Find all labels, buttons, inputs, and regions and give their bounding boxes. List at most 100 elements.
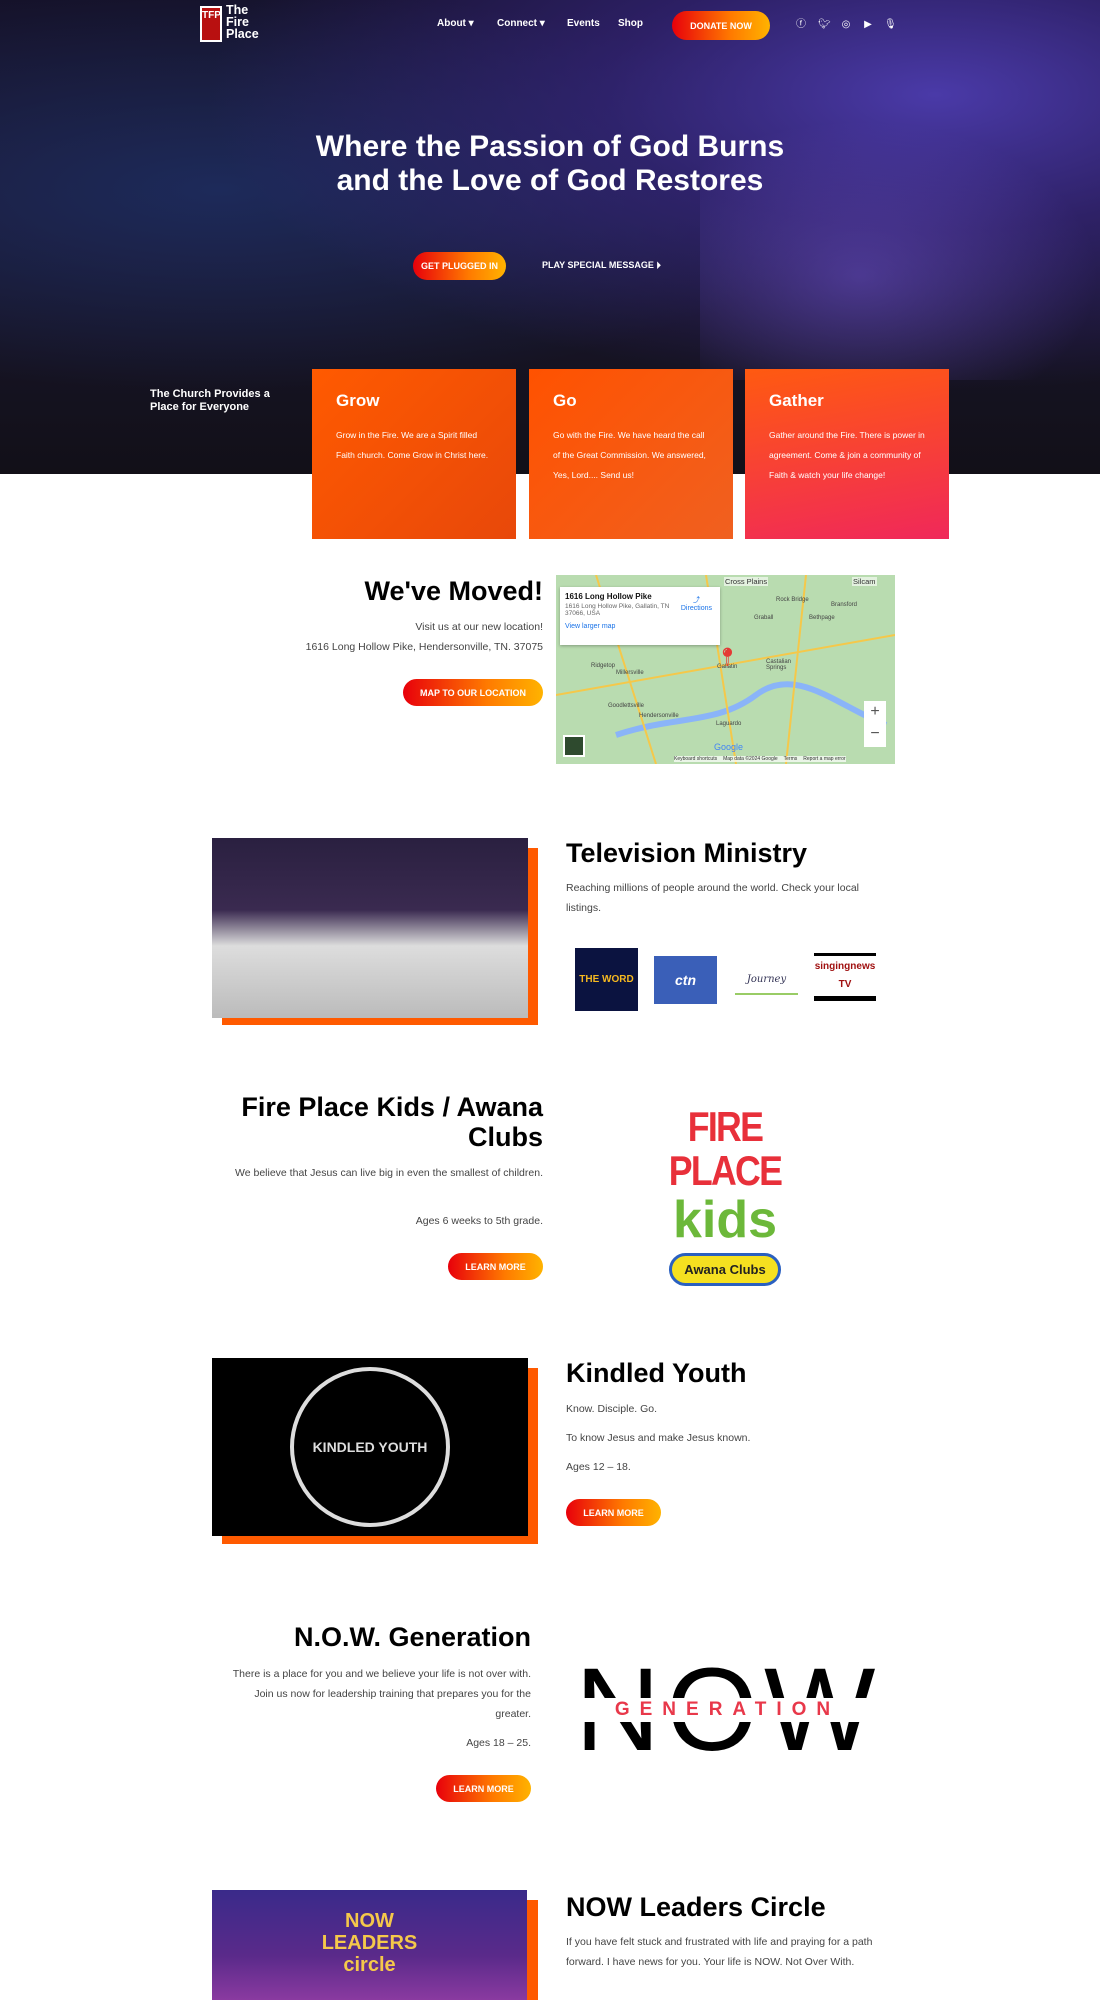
youth-title: Kindled Youth [566, 1358, 747, 1388]
chevron-down-icon: ▾ [539, 18, 545, 29]
map-town: Goodlettsville [608, 703, 645, 709]
leaders-title: NOW Leaders Circle [566, 1892, 826, 1922]
play-message-label: PLAY SPECIAL MESSAGE [542, 260, 654, 270]
map-footer-link[interactable]: Terms [784, 756, 798, 762]
singing-news-tv-logo[interactable]: singingnews TV [814, 953, 876, 1001]
moved-text: Visit us at our new location! 1616 Long H… [200, 617, 543, 657]
map-town: Rock Bridge [776, 597, 809, 603]
facebook-icon[interactable]: ⓕ [795, 19, 807, 31]
moved-title: We've Moved! [364, 576, 543, 606]
card-gather[interactable]: Gather Gather around the Fire. There is p… [745, 369, 949, 539]
map-town: Cross Plains [724, 577, 769, 586]
awana-clubs-logo: Awana Clubs [669, 1253, 781, 1286]
map-town: Laguardo [716, 721, 742, 727]
moved-address: 1616 Long Hollow Pike, Hendersonville, T… [305, 641, 543, 653]
hero-title: Where the Passion of God Burns and the L… [0, 130, 1100, 198]
google-logo: Google [714, 742, 744, 752]
hero-title-line-2: and the Love of God Restores [336, 164, 764, 197]
leaders-logo: NOW LEADERS circle [321, 1910, 418, 1976]
map-address: 1616 Long Hollow Pike, Gallatin, TN 3706… [565, 603, 670, 617]
now-leaders-circle-image: NOW LEADERS circle [212, 1890, 527, 2000]
map-zoom-controls: + − [864, 701, 886, 747]
nav-connect[interactable]: Connect ▾ [497, 18, 545, 29]
nav-about[interactable]: About ▾ [437, 18, 474, 29]
nav-shop[interactable]: Shop [618, 18, 643, 29]
nav-connect-label: Connect [497, 18, 537, 29]
directions-link[interactable]: ⤴ Directions [681, 595, 712, 612]
youtube-icon[interactable]: ▶ [862, 19, 874, 31]
zoom-in-icon[interactable]: + [864, 701, 886, 723]
kids-logo-line-2: kids [672, 1191, 778, 1249]
podcast-icon[interactable]: 🎙︎ [884, 19, 897, 31]
map-town: Bethpage [809, 615, 835, 621]
map-footer-link[interactable]: Report a map error [803, 756, 845, 762]
fire-place-kids-logo: FIRE PLACE kids Awana Clubs [620, 1105, 830, 1286]
card-title: Grow [336, 391, 380, 410]
card-text: Gather around the Fire. There is power i… [769, 430, 925, 480]
tv-title: Television Ministry [566, 838, 808, 868]
map-footer: Keyboard shortcuts Map data ©2024 Google T… [674, 756, 846, 762]
donate-button[interactable]: DONATE NOW [672, 11, 770, 40]
kids-title: Fire Place Kids / Awana Clubs [241, 1092, 543, 1152]
satellite-toggle[interactable] [563, 735, 585, 757]
leaders-text: If you have felt stuck and frustrated wi… [566, 1936, 873, 1968]
directions-icon: ⤴ [692, 597, 700, 604]
kids-ages: Ages 6 weeks to 5th grade. [415, 1215, 543, 1227]
tv-ministry-photo [212, 838, 528, 1018]
now-generation-logo: NOW GENERATION [575, 1651, 880, 1769]
ctn-logo[interactable]: ctn [654, 956, 717, 1004]
map-location-button[interactable]: MAP TO OUR LOCATION [403, 679, 543, 706]
card-title: Gather [769, 391, 824, 410]
map-town: Hendersonville [639, 713, 679, 719]
kids-learn-more-button[interactable]: LEARN MORE [448, 1253, 543, 1280]
now-ages: Ages 18 – 25. [466, 1737, 531, 1749]
map-town: Silcam [852, 577, 877, 586]
map-town: Millersville [616, 670, 644, 676]
tv-text: Reaching millions of people around the w… [566, 882, 859, 914]
site-logo[interactable]: TFP The Fire Place [200, 3, 280, 46]
kids-text: We believe that Jesus can live big in ev… [235, 1167, 543, 1179]
embedded-map[interactable]: Cross Plains Silcam 1616 Long Hollow Pik… [556, 575, 895, 764]
chevron-down-icon: ▾ [468, 18, 474, 29]
map-town: Bransford [831, 602, 858, 608]
now-text: There is a place for you and we believe … [232, 1668, 531, 1720]
now-learn-more-button[interactable]: LEARN MORE [436, 1775, 531, 1802]
moved-line-1: Visit us at our new location! [415, 621, 543, 633]
card-go[interactable]: Go Go with the Fire. We have heard the ca… [529, 369, 733, 539]
youth-ages: Ages 12 – 18. [566, 1461, 631, 1473]
play-message-link[interactable]: PLAY SPECIAL MESSAGE ⏵ [542, 260, 661, 271]
intro-text: The Church Provides a Place for Everyone [150, 388, 270, 413]
map-info-card: 1616 Long Hollow Pike 1616 Long Hollow P… [560, 587, 720, 645]
map-town: Ridgetop [591, 663, 616, 669]
map-town: Castalian Springs [766, 659, 792, 671]
card-grow[interactable]: Grow Grow in the Fire. We are a Spirit fi… [312, 369, 516, 539]
card-text: Go with the Fire. We have heard the call… [553, 430, 706, 480]
logo-mark: TFP [200, 6, 222, 42]
zoom-out-icon[interactable]: − [864, 723, 886, 745]
instagram-icon[interactable]: ◎ [840, 19, 852, 31]
journey-logo[interactable]: Journey [735, 965, 798, 995]
twitter-icon[interactable]: 🐦︎ [818, 19, 831, 31]
logo-text: The Fire Place [226, 3, 259, 41]
kids-logo-line-1: FIRE PLACE [668, 1103, 783, 1194]
nav-events[interactable]: Events [567, 18, 600, 29]
the-word-logo[interactable]: THE WORD [575, 948, 638, 1011]
directions-label: Directions [680, 605, 712, 612]
map-town: Graball [754, 615, 774, 621]
now-logo-sub: GENERATION [575, 1698, 880, 1722]
map-pin-icon[interactable]: 📍︎ [716, 647, 739, 668]
youth-learn-more-button[interactable]: LEARN MORE [566, 1499, 661, 1526]
view-larger-map-link[interactable]: View larger map [565, 623, 715, 630]
kindled-youth-logo: KINDLED YOUTH [290, 1367, 450, 1527]
hero-title-line-1: Where the Passion of God Burns [315, 130, 785, 163]
nav-about-label: About [437, 18, 466, 29]
play-circle-icon: ⏵ [656, 260, 661, 270]
map-footer-link[interactable]: Keyboard shortcuts [674, 756, 717, 762]
now-title: N.O.W. Generation [293, 1622, 531, 1652]
kindled-youth-image: KINDLED YOUTH [212, 1358, 528, 1536]
map-footer-link: Map data ©2024 Google [723, 756, 778, 762]
card-text: Grow in the Fire. We are a Spirit filled… [336, 430, 489, 460]
get-plugged-in-button[interactable]: GET PLUGGED IN [413, 252, 506, 280]
card-title: Go [553, 391, 577, 410]
youth-line-1: Know. Disciple. Go. [566, 1403, 658, 1415]
